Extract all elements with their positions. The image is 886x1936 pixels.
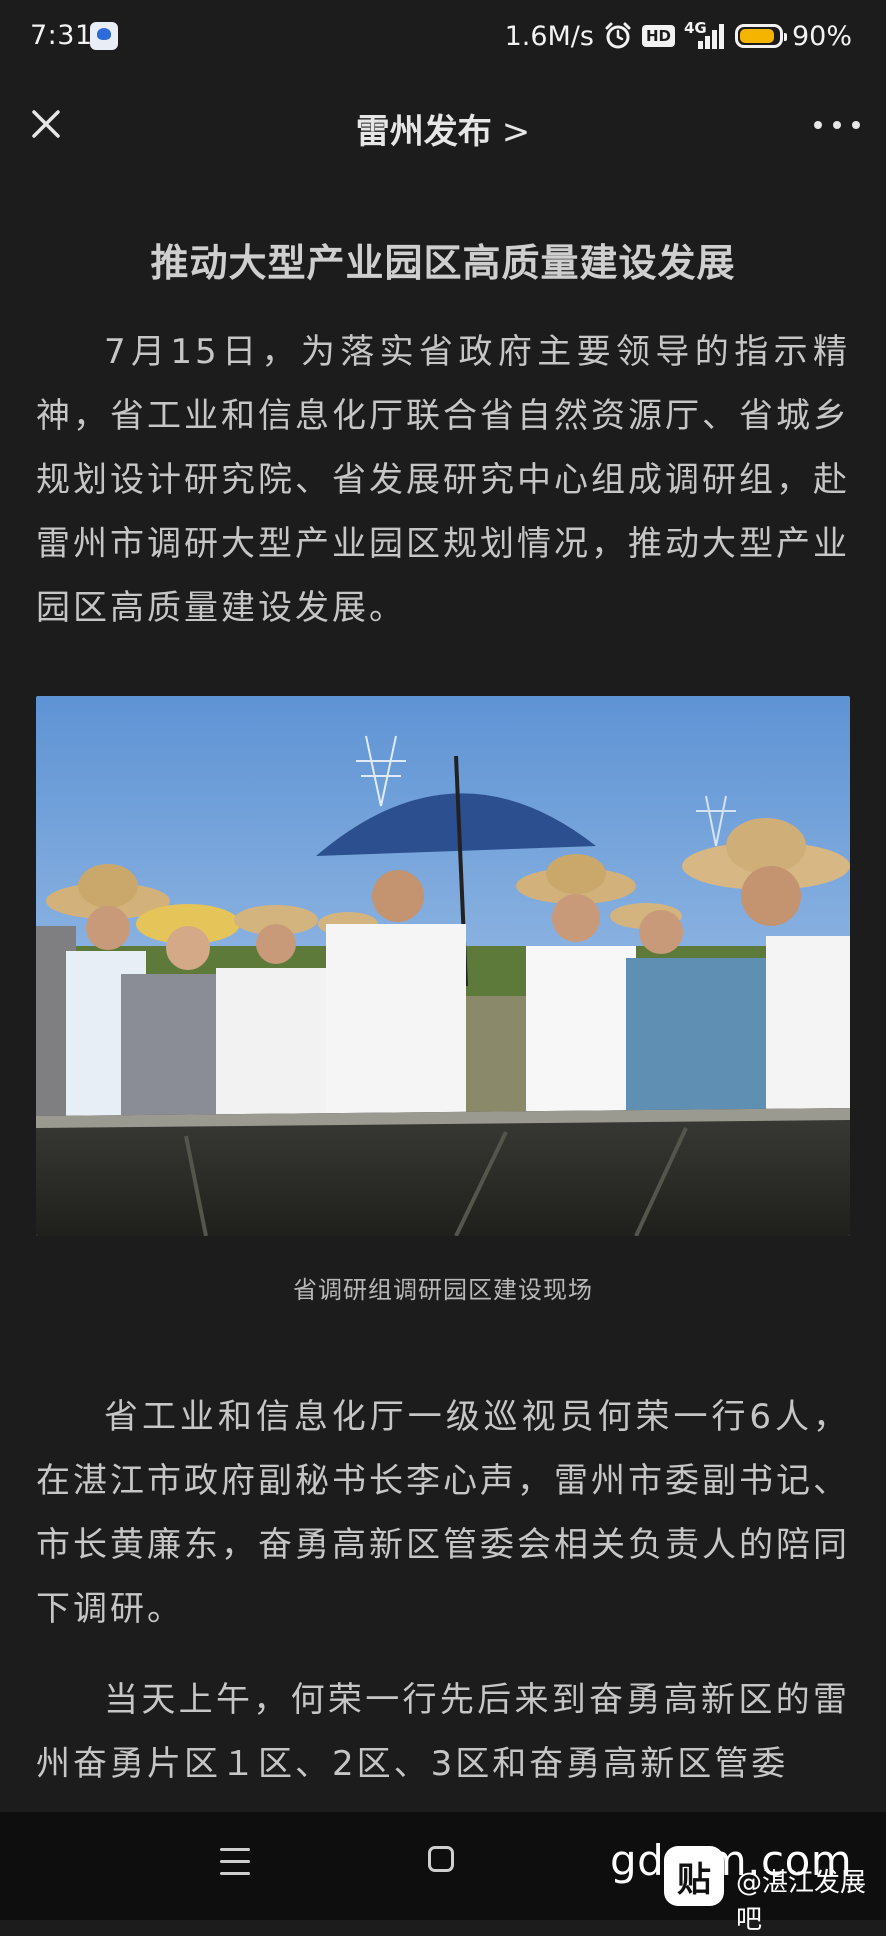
tieba-logo: 贴 bbox=[664, 1846, 724, 1906]
watermark-text: @湛江发展吧 bbox=[736, 1868, 867, 1935]
account-title-link[interactable]: 雷州发布 > bbox=[0, 104, 886, 153]
photo-caption: 省调研组调研园区建设现场 bbox=[293, 1276, 593, 1304]
more-dot bbox=[852, 121, 860, 129]
article-photo[interactable] bbox=[36, 696, 850, 1236]
more-dot bbox=[833, 121, 841, 129]
recent-apps-button[interactable] bbox=[220, 1848, 250, 1876]
article-paragraph: 当天上午，何荣一行先后来到奋勇高新区的雷州奋勇片区１区、2区、3区和奋勇高新区管… bbox=[36, 1680, 850, 1784]
battery-icon bbox=[734, 24, 787, 48]
status-bar: 7:31 1.6M/s HD 4G 90% bbox=[0, 0, 886, 76]
more-dot bbox=[814, 121, 822, 129]
alarm-clock-icon bbox=[605, 22, 631, 49]
more-options-button[interactable] bbox=[814, 110, 860, 140]
notification-app-icon bbox=[90, 22, 118, 50]
account-name: 雷州发布 bbox=[355, 112, 492, 152]
article-paragraph: 7月15日，为落实省政府主要领导的指示精神，省工业和信息化厅联合省自然资源厅、省… bbox=[36, 332, 850, 628]
nav-header: 雷州发布 > bbox=[0, 76, 886, 186]
article-title: 推动大型产业园区高质量建设发展 bbox=[150, 241, 736, 285]
battery-tip bbox=[783, 33, 787, 41]
article-paragraph: 省工业和信息化厅一级巡视员何荣一行6人，在湛江市政府副秘书长李心声，雷州市委副书… bbox=[36, 1397, 850, 1629]
status-time: 7:31 bbox=[30, 20, 93, 51]
photo-illustration bbox=[36, 696, 850, 1236]
menu-line bbox=[220, 1848, 250, 1851]
hd-voice-badge: HD bbox=[641, 25, 675, 47]
battery-level-fill bbox=[739, 29, 775, 43]
status-indicators: 1.6M/s HD 4G 90% bbox=[505, 18, 852, 54]
menu-line bbox=[220, 1860, 250, 1863]
battery-percentage: 90% bbox=[791, 20, 852, 52]
menu-line bbox=[220, 1872, 250, 1875]
cellular-signal: 4G bbox=[684, 19, 726, 51]
chevron-right-icon: > bbox=[501, 112, 531, 152]
network-speed: 1.6M/s bbox=[504, 20, 594, 52]
home-button[interactable] bbox=[428, 1846, 454, 1872]
signal-bars-icon bbox=[697, 24, 724, 49]
